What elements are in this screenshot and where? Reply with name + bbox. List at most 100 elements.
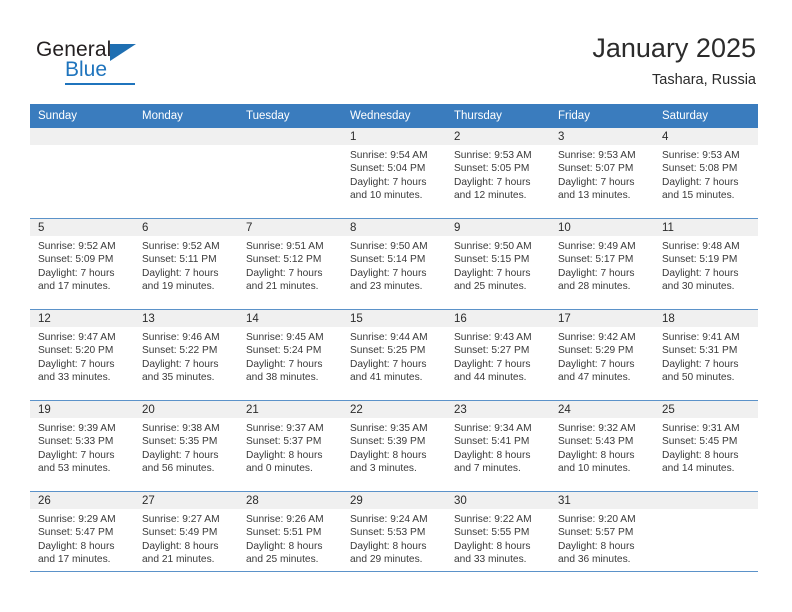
calendar-day-cell[interactable]: 26 Sunrise: 9:29 AM Sunset: 5:47 PM Dayligh… (30, 491, 134, 582)
day-cell-inner: 29 Sunrise: 9:24 AM Sunset: 5:53 PM Dayligh… (342, 492, 446, 582)
calendar-day-cell[interactable]: 21 Sunrise: 9:37 AM Sunset: 5:37 PM Dayligh… (238, 400, 342, 492)
sunset-text: Sunset: 5:11 PM (142, 254, 217, 266)
day-number: 20 (134, 401, 238, 418)
calendar-day-cell[interactable]: 19 Sunrise: 9:39 AM Sunset: 5:33 PM Dayligh… (30, 400, 134, 492)
calendar-day-cell[interactable]: 23 Sunrise: 9:34 AM Sunset: 5:41 PM Dayligh… (446, 400, 550, 492)
calendar-day-cell[interactable]: 14 Sunrise: 9:45 AM Sunset: 5:24 PM Dayligh… (238, 309, 342, 401)
sunset-text: Sunset: 5:15 PM (454, 254, 530, 266)
day-cell-inner (134, 128, 238, 218)
daylight-text-line2: and 50 minutes. (662, 372, 735, 384)
daylight-text-line1: Daylight: 7 hours (246, 267, 323, 279)
day-number: 22 (342, 401, 446, 418)
calendar-week-row: 12 Sunrise: 9:47 AM Sunset: 5:20 PM Dayligh… (30, 309, 758, 401)
day-number: 17 (550, 310, 654, 327)
daylight-text-line1: Daylight: 8 hours (142, 540, 219, 552)
general-blue-logo[interactable]: General Blue (36, 38, 216, 88)
daylight-text-line2: and 14 minutes. (662, 463, 735, 475)
sunset-text: Sunset: 5:04 PM (350, 163, 426, 175)
day-number: 29 (342, 492, 446, 509)
day-details: Sunrise: 9:27 AM Sunset: 5:49 PM Daylight:… (134, 509, 238, 567)
sunrise-text: Sunrise: 9:50 AM (350, 241, 428, 252)
calendar-day-cell[interactable]: 4 Sunrise: 9:53 AM Sunset: 5:08 PM Daylight… (654, 128, 758, 219)
day-details: Sunrise: 9:31 AM Sunset: 5:45 PM Daylight:… (654, 418, 758, 476)
sunset-text: Sunset: 5:19 PM (662, 254, 738, 266)
calendar-day-cell[interactable]: 7 Sunrise: 9:51 AM Sunset: 5:12 PM Daylight… (238, 218, 342, 310)
calendar-day-cell[interactable]: 12 Sunrise: 9:47 AM Sunset: 5:20 PM Dayligh… (30, 309, 134, 401)
daylight-text-line1: Daylight: 7 hours (558, 267, 635, 279)
calendar-day-cell[interactable]: 18 Sunrise: 9:41 AM Sunset: 5:31 PM Dayligh… (654, 309, 758, 401)
day-cell-inner: 2 Sunrise: 9:53 AM Sunset: 5:05 PM Daylight… (446, 128, 550, 218)
day-details: Sunrise: 9:41 AM Sunset: 5:31 PM Daylight:… (654, 327, 758, 385)
calendar-day-cell[interactable]: 3 Sunrise: 9:53 AM Sunset: 5:07 PM Daylight… (550, 128, 654, 219)
sunset-text: Sunset: 5:12 PM (246, 254, 322, 266)
daylight-text-line1: Daylight: 7 hours (142, 267, 219, 279)
sunset-text: Sunset: 5:41 PM (454, 436, 530, 448)
sunrise-text: Sunrise: 9:31 AM (662, 423, 740, 434)
daylight-text-line2: and 44 minutes. (454, 372, 527, 384)
calendar-day-cell-empty (30, 128, 134, 219)
calendar-day-cell[interactable]: 25 Sunrise: 9:31 AM Sunset: 5:45 PM Dayligh… (654, 400, 758, 492)
day-number: 24 (550, 401, 654, 418)
day-details: Sunrise: 9:47 AM Sunset: 5:20 PM Daylight:… (30, 327, 134, 385)
daylight-text-line2: and 33 minutes. (454, 554, 527, 566)
sunset-text: Sunset: 5:05 PM (454, 163, 530, 175)
calendar-day-cell[interactable]: 22 Sunrise: 9:35 AM Sunset: 5:39 PM Dayligh… (342, 400, 446, 492)
calendar-day-cell[interactable]: 17 Sunrise: 9:42 AM Sunset: 5:29 PM Dayligh… (550, 309, 654, 401)
daylight-text-line1: Daylight: 7 hours (454, 176, 531, 188)
calendar-day-cell[interactable]: 20 Sunrise: 9:38 AM Sunset: 5:35 PM Dayligh… (134, 400, 238, 492)
day-details: Sunrise: 9:50 AM Sunset: 5:14 PM Daylight:… (342, 236, 446, 294)
calendar-day-cell[interactable]: 15 Sunrise: 9:44 AM Sunset: 5:25 PM Dayligh… (342, 309, 446, 401)
daylight-text-line1: Daylight: 7 hours (350, 267, 427, 279)
daylight-text-line1: Daylight: 7 hours (558, 176, 635, 188)
logo-text-blue: Blue (65, 58, 108, 81)
calendar-header-row: Sunday Monday Tuesday Wednesday Thursday Frid… (30, 104, 758, 128)
calendar-day-cell[interactable]: 16 Sunrise: 9:43 AM Sunset: 5:27 PM Dayligh… (446, 309, 550, 401)
calendar-day-cell[interactable]: 13 Sunrise: 9:46 AM Sunset: 5:22 PM Dayligh… (134, 309, 238, 401)
calendar-day-cell[interactable]: 30 Sunrise: 9:22 AM Sunset: 5:55 PM Dayligh… (446, 491, 550, 582)
calendar-day-cell[interactable]: 11 Sunrise: 9:48 AM Sunset: 5:19 PM Dayligh… (654, 218, 758, 310)
calendar-day-cell[interactable]: 5 Sunrise: 9:52 AM Sunset: 5:09 PM Daylight… (30, 218, 134, 310)
day-cell-inner: 21 Sunrise: 9:37 AM Sunset: 5:37 PM Dayligh… (238, 401, 342, 491)
day-number: 13 (134, 310, 238, 327)
day-cell-inner: 5 Sunrise: 9:52 AM Sunset: 5:09 PM Daylight… (30, 219, 134, 309)
day-cell-inner: 23 Sunrise: 9:34 AM Sunset: 5:41 PM Dayligh… (446, 401, 550, 491)
calendar-day-cell[interactable]: 31 Sunrise: 9:20 AM Sunset: 5:57 PM Dayligh… (550, 491, 654, 582)
day-details: Sunrise: 9:20 AM Sunset: 5:57 PM Daylight:… (550, 509, 654, 567)
daylight-text-line1: Daylight: 7 hours (246, 358, 323, 370)
sunrise-text: Sunrise: 9:29 AM (38, 514, 116, 525)
sunrise-text: Sunrise: 9:53 AM (558, 150, 636, 161)
day-details: Sunrise: 9:32 AM Sunset: 5:43 PM Daylight:… (550, 418, 654, 476)
daylight-text-line1: Daylight: 7 hours (142, 358, 219, 370)
day-number: 1 (342, 128, 446, 145)
day-cell-inner: 3 Sunrise: 9:53 AM Sunset: 5:07 PM Daylight… (550, 128, 654, 218)
day-details: Sunrise: 9:34 AM Sunset: 5:41 PM Daylight:… (446, 418, 550, 476)
calendar-week-row: 5 Sunrise: 9:52 AM Sunset: 5:09 PM Daylight… (30, 218, 758, 310)
calendar-bottom-rule (30, 571, 758, 572)
day-number: 30 (446, 492, 550, 509)
daylight-text-line2: and 19 minutes. (142, 281, 215, 293)
calendar-day-cell[interactable]: 29 Sunrise: 9:24 AM Sunset: 5:53 PM Dayligh… (342, 491, 446, 582)
day-cell-inner: 14 Sunrise: 9:45 AM Sunset: 5:24 PM Dayligh… (238, 310, 342, 400)
calendar-day-cell[interactable]: 9 Sunrise: 9:50 AM Sunset: 5:15 PM Daylight… (446, 218, 550, 310)
calendar-day-cell[interactable]: 27 Sunrise: 9:27 AM Sunset: 5:49 PM Dayligh… (134, 491, 238, 582)
sunset-text: Sunset: 5:45 PM (662, 436, 738, 448)
calendar-day-cell[interactable]: 1 Sunrise: 9:54 AM Sunset: 5:04 PM Daylight… (342, 128, 446, 219)
calendar-day-cell[interactable]: 2 Sunrise: 9:53 AM Sunset: 5:05 PM Daylight… (446, 128, 550, 219)
calendar-day-cell[interactable]: 24 Sunrise: 9:32 AM Sunset: 5:43 PM Dayligh… (550, 400, 654, 492)
sunset-text: Sunset: 5:53 PM (350, 527, 426, 539)
calendar-day-cell[interactable]: 8 Sunrise: 9:50 AM Sunset: 5:14 PM Daylight… (342, 218, 446, 310)
sunrise-text: Sunrise: 9:43 AM (454, 332, 532, 343)
day-details: Sunrise: 9:53 AM Sunset: 5:05 PM Daylight:… (446, 145, 550, 203)
calendar-day-cell[interactable]: 6 Sunrise: 9:52 AM Sunset: 5:11 PM Daylight… (134, 218, 238, 310)
calendar-week-row: 19 Sunrise: 9:39 AM Sunset: 5:33 PM Dayligh… (30, 400, 758, 492)
day-details: Sunrise: 9:26 AM Sunset: 5:51 PM Daylight:… (238, 509, 342, 567)
calendar-day-cell[interactable]: 28 Sunrise: 9:26 AM Sunset: 5:51 PM Dayligh… (238, 491, 342, 582)
day-details: Sunrise: 9:22 AM Sunset: 5:55 PM Daylight:… (446, 509, 550, 567)
page-header: General Blue January 2025 Tashara, Russi… (0, 0, 792, 104)
day-details: Sunrise: 9:39 AM Sunset: 5:33 PM Daylight:… (30, 418, 134, 476)
calendar-day-cell[interactable]: 10 Sunrise: 9:49 AM Sunset: 5:17 PM Dayligh… (550, 218, 654, 310)
daylight-text-line1: Daylight: 8 hours (454, 449, 531, 461)
day-number: 18 (654, 310, 758, 327)
day-number: 26 (30, 492, 134, 509)
sunset-text: Sunset: 5:08 PM (662, 163, 738, 175)
